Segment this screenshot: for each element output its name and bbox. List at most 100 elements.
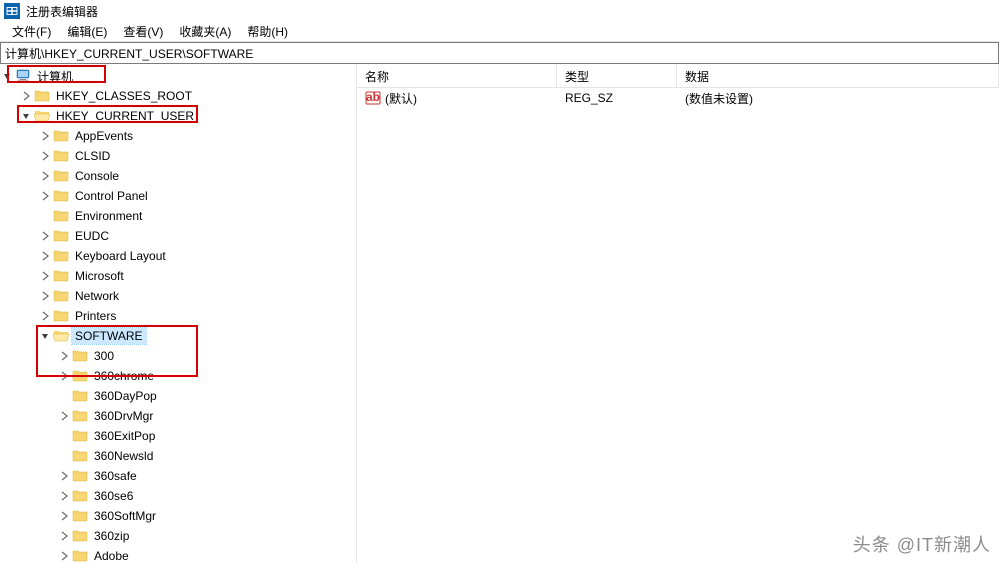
list-row[interactable]: ab (默认) REG_SZ(数值未设置) [357,88,999,108]
chevron-right-icon[interactable] [38,149,52,163]
chevron-right-icon[interactable] [57,509,71,523]
tree-item[interactable]: EUDC [0,226,356,246]
chevron-right-icon[interactable] [57,529,71,543]
menu-edit[interactable]: 编辑(E) [59,21,115,42]
chevron-right-icon[interactable] [38,169,52,183]
chevron-right-icon[interactable] [38,229,52,243]
menu-bar: 文件(F) 编辑(E) 查看(V) 收藏夹(A) 帮助(H) [0,22,999,42]
folder-icon [53,268,69,284]
menu-view[interactable]: 查看(V) [115,21,171,42]
value-pane: 名称 类型 数据 ab (默认) REG_SZ(数值未设置) [357,64,999,563]
chevron-right-icon[interactable] [38,289,52,303]
chevron-down-icon[interactable] [0,69,14,83]
tree-item[interactable]: HKEY_CLASSES_ROOT [0,86,356,106]
folder-icon [72,528,88,544]
chevron-right-icon[interactable] [57,489,71,503]
chevron-right-icon[interactable] [38,309,52,323]
folder-icon [53,208,69,224]
computer-icon [15,68,31,84]
tree-item[interactable]: Adobe [0,546,356,563]
folder-icon [34,88,50,104]
tree-item-label: 360zip [91,528,132,544]
folder-icon [53,168,69,184]
tree-item-label: SOFTWARE [72,328,146,344]
folder-icon [53,288,69,304]
tree-item[interactable]: 360SoftMgr [0,506,356,526]
tree-item[interactable]: Control Panel [0,186,356,206]
folder-icon [72,348,88,364]
folder-icon [53,308,69,324]
string-value-icon: ab [365,90,381,106]
tree-item[interactable]: Keyboard Layout [0,246,356,266]
chevron-right-icon[interactable] [57,469,71,483]
tree-item-label: HKEY_CLASSES_ROOT [53,88,195,104]
menu-file[interactable]: 文件(F) [4,21,59,42]
tree-item[interactable]: 360DayPop [0,386,356,406]
tree-item[interactable]: 计算机 [0,66,356,86]
tree-item[interactable]: 300 [0,346,356,366]
tree-item-label: 计算机 [34,67,76,86]
list-header: 名称 类型 数据 [357,64,999,88]
folder-icon [72,408,88,424]
tree-item[interactable]: 360safe [0,466,356,486]
tree-item[interactable]: Microsoft [0,266,356,286]
tree-item-label: Control Panel [72,188,151,204]
tree-item[interactable]: AppEvents [0,126,356,146]
folder-icon [53,228,69,244]
chevron-right-icon[interactable] [38,129,52,143]
col-header-data[interactable]: 数据 [677,64,999,87]
folder-icon [72,428,88,444]
tree-item-label: Adobe [91,548,132,563]
tree-item[interactable]: CLSID [0,146,356,166]
folder-icon [53,188,69,204]
chevron-right-icon[interactable] [38,189,52,203]
value-name: (默认) [385,90,417,107]
tree-item-label: 360DrvMgr [91,408,156,424]
value-data: (数值未设置) [677,88,999,109]
chevron-right-icon[interactable] [19,89,33,103]
tree-item-label: 360SoftMgr [91,508,159,524]
tree-item-label: 360se6 [91,488,136,504]
tree-item[interactable]: 360se6 [0,486,356,506]
folder-icon [53,128,69,144]
menu-help[interactable]: 帮助(H) [239,21,296,42]
tree-item[interactable]: 360Newsld [0,446,356,466]
tree-item-label: AppEvents [72,128,136,144]
value-type: REG_SZ [557,89,677,107]
chevron-right-icon[interactable] [57,349,71,363]
tree-pane[interactable]: 计算机 HKEY_CLASSES_ROOT HKEY_CURRENT_USER App… [0,64,357,563]
menu-favorites[interactable]: 收藏夹(A) [171,21,239,42]
chevron-right-icon[interactable] [38,269,52,283]
tree-item[interactable]: Network [0,286,356,306]
chevron-right-icon[interactable] [38,249,52,263]
address-path: 计算机\HKEY_CURRENT_USER\SOFTWARE [5,45,253,62]
col-header-name[interactable]: 名称 [357,64,557,87]
tree-item-label: 360ExitPop [91,428,158,444]
title-bar: 注册表编辑器 [0,0,999,22]
tree-item[interactable]: 360DrvMgr [0,406,356,426]
folder-icon [34,108,50,124]
tree-item[interactable]: 360ExitPop [0,426,356,446]
tree-item[interactable]: Environment [0,206,356,226]
chevron-right-icon[interactable] [57,409,71,423]
folder-icon [53,248,69,264]
tree-item[interactable]: HKEY_CURRENT_USER [0,106,356,126]
tree-item-label: EUDC [72,228,112,244]
chevron-right-icon[interactable] [57,369,71,383]
svg-text:ab: ab [366,90,380,104]
tree-item[interactable]: SOFTWARE [0,326,356,346]
tree-item[interactable]: 360chrome [0,366,356,386]
address-bar[interactable]: 计算机\HKEY_CURRENT_USER\SOFTWARE [0,42,999,64]
tree-item-label: 360Newsld [91,448,156,464]
col-header-type[interactable]: 类型 [557,64,677,87]
window-title: 注册表编辑器 [26,3,98,20]
folder-icon [53,328,69,344]
chevron-right-icon[interactable] [57,549,71,563]
tree-item[interactable]: Printers [0,306,356,326]
chevron-down-icon[interactable] [38,329,52,343]
tree-item[interactable]: 360zip [0,526,356,546]
tree-item[interactable]: Console [0,166,356,186]
chevron-down-icon[interactable] [19,109,33,123]
folder-icon [72,508,88,524]
tree-item-label: 360chrome [91,368,157,384]
